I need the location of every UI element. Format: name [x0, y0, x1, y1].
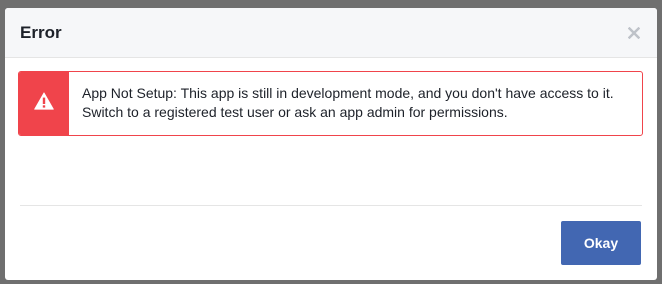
footer-divider — [20, 205, 642, 206]
alert-icon-column — [19, 72, 69, 135]
dialog-title: Error — [20, 23, 62, 42]
error-dialog: Error App Not Setup: This app is still i… — [5, 8, 657, 280]
warning-icon — [34, 92, 54, 115]
okay-button[interactable]: Okay — [561, 221, 641, 265]
close-icon[interactable] — [628, 27, 640, 39]
dialog-header: Error — [5, 8, 657, 58]
alert-message: App Not Setup: This app is still in deve… — [82, 85, 614, 120]
error-alert: App Not Setup: This app is still in deve… — [18, 71, 643, 136]
